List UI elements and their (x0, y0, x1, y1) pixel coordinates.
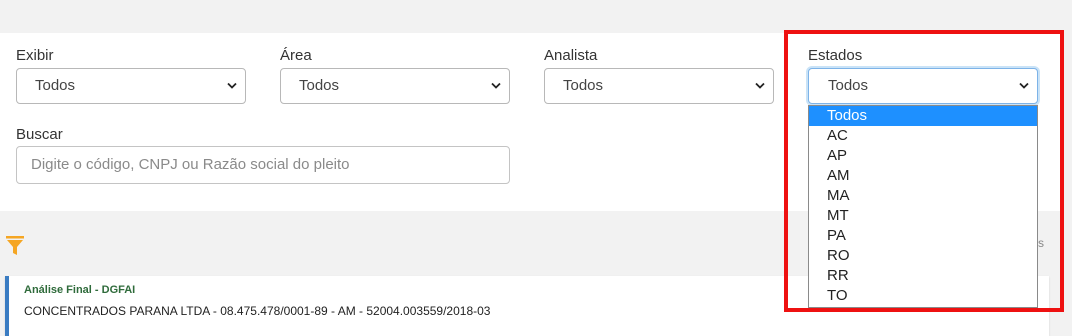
estados-option[interactable]: MA (809, 186, 1037, 206)
estados-option[interactable]: AM (809, 166, 1037, 186)
analista-select-value: Todos (563, 77, 604, 94)
funnel-icon[interactable] (6, 236, 24, 256)
analista-label: Analista (544, 47, 598, 64)
search-placeholder: Digite o código, CNPJ ou Razão social do… (31, 156, 350, 173)
area-label: Área (280, 47, 312, 64)
estados-option[interactable]: RR (809, 266, 1037, 286)
analista-select[interactable]: Todos (544, 68, 774, 104)
area-select-value: Todos (299, 77, 340, 94)
estados-option[interactable]: MT (809, 206, 1037, 226)
chevron-down-icon (1019, 82, 1029, 89)
area-select[interactable]: Todos (280, 68, 510, 104)
chevron-down-icon (755, 82, 765, 89)
estados-option[interactable]: RO (809, 246, 1037, 266)
search-input[interactable]: Digite o código, CNPJ ou Razão social do… (16, 146, 510, 184)
estados-option[interactable]: AP (809, 146, 1037, 166)
estados-label: Estados (808, 47, 863, 64)
exibir-select[interactable]: Todos (16, 68, 246, 104)
exibir-label: Exibir (16, 47, 54, 64)
estados-option[interactable]: TO (809, 286, 1037, 306)
buscar-label: Buscar (16, 126, 63, 143)
estados-dropdown-list[interactable]: Todos AC AP AM MA MT PA RO RR TO (808, 105, 1038, 308)
estados-option[interactable]: PA (809, 226, 1037, 246)
chevron-down-icon (227, 82, 237, 89)
estados-option[interactable]: Todos (809, 106, 1037, 126)
card-title: Análise Final - DGFAI (24, 284, 136, 296)
card-subtitle: CONCENTRADOS PARANA LTDA - 08.475.478/00… (24, 304, 491, 318)
estados-select[interactable]: Todos (808, 68, 1038, 104)
estados-option[interactable]: AC (809, 126, 1037, 146)
results-side-text: s (1038, 236, 1044, 250)
chevron-down-icon (491, 82, 501, 89)
exibir-select-value: Todos (35, 77, 76, 94)
estados-select-value: Todos (828, 77, 869, 94)
